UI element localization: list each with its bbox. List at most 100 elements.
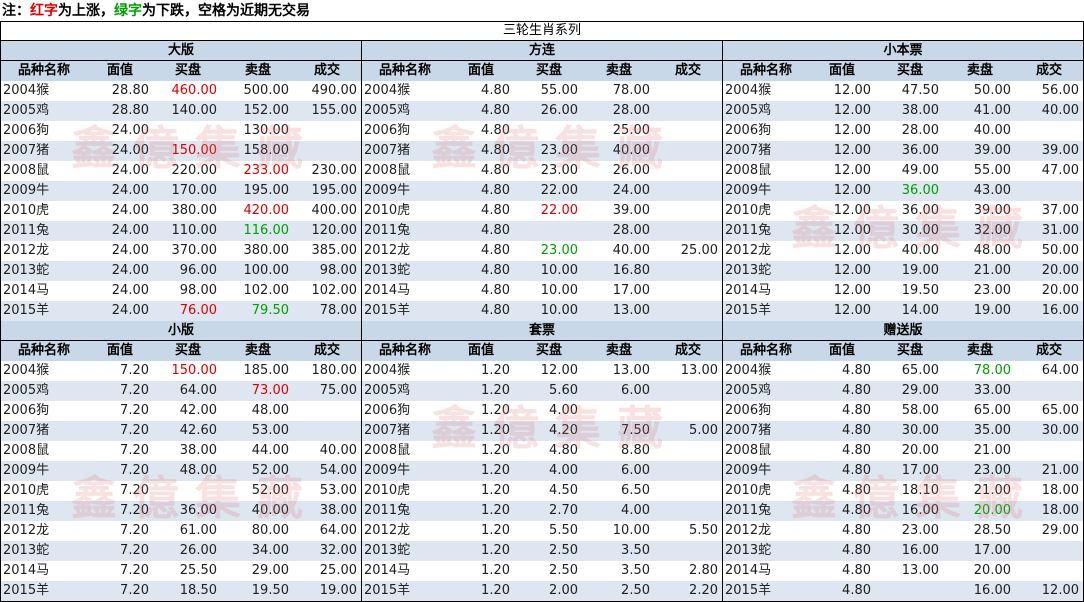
table-row: 2005鸡 4.80 29.00 33.00 <box>723 381 1083 401</box>
column-header-ask: 卖盘 <box>605 63 632 78</box>
cell-bid: 30.00 <box>901 223 939 238</box>
cell-deal <box>1015 541 1083 561</box>
cell-name: 2007猪 <box>364 143 411 158</box>
column-header-deal: 成交 <box>313 343 340 358</box>
cell-deal: 64.00 <box>1041 363 1079 378</box>
cell-bid <box>153 481 223 501</box>
table-row: 2012龙 7.20 61.00 80.00 64.00 <box>1 521 361 541</box>
table-row: 2005鸡 1.20 5.60 6.00 <box>362 381 722 401</box>
cell-face-value: 28.80 <box>111 103 149 118</box>
cell-name: 2015羊 <box>3 583 50 598</box>
cell-deal: 20.00 <box>1041 263 1079 278</box>
column-header-row: 品种名称 面值 买盘 卖盘 成交 <box>362 341 722 361</box>
cell-deal <box>1015 561 1083 581</box>
column-header-face-value: 面值 <box>106 343 133 358</box>
cell-name: 2013蛇 <box>3 543 50 558</box>
cell-bid <box>875 581 945 601</box>
column-header-row: 品种名称 面值 买盘 卖盘 成交 <box>1 61 361 81</box>
cell-face-value: 24.00 <box>111 283 149 298</box>
cell-name: 2012龙 <box>3 523 50 538</box>
cell-name: 2009牛 <box>364 183 411 198</box>
cell-deal: 98.00 <box>319 263 357 278</box>
table-row: 2009牛 4.80 17.00 23.00 21.00 <box>723 461 1083 481</box>
cell-ask: 21.00 <box>973 263 1011 278</box>
cell-deal <box>293 141 361 161</box>
cell-ask: 78.00 <box>612 83 650 98</box>
cell-name: 2005鸡 <box>725 103 772 118</box>
cell-bid: 38.00 <box>179 443 217 458</box>
table-row: 2009牛 4.80 22.00 24.00 <box>362 181 722 201</box>
section-zeng-song-ban: 赠送版 品种名称 面值 买盘 卖盘 成交 2004猴 4.80 65.00 78.00 64.00 2… <box>723 321 1083 601</box>
note-red-rest: 为上涨， <box>58 3 114 19</box>
cell-bid: 460.00 <box>171 83 218 98</box>
cell-deal: 32.00 <box>319 543 357 558</box>
cell-face-value: 12.00 <box>833 263 871 278</box>
cell-deal <box>1015 441 1083 461</box>
cell-ask: 44.00 <box>251 443 289 458</box>
table-row: 2015羊 1.20 2.00 2.50 2.20 <box>362 581 722 601</box>
cell-face-value: 7.20 <box>120 363 149 378</box>
cell-ask: 6.50 <box>621 483 650 498</box>
cell-face-value: 4.80 <box>481 243 510 258</box>
cell-ask: 78.00 <box>973 363 1011 378</box>
column-header-bid: 买盘 <box>174 343 201 358</box>
cell-bid: 110.00 <box>171 223 218 238</box>
table-row: 2012龙 12.00 40.00 48.00 50.00 <box>723 241 1083 261</box>
table-row: 2005鸡 7.20 64.00 73.00 75.00 <box>1 381 361 401</box>
cell-deal: 40.00 <box>1041 103 1079 118</box>
table-row: 2009牛 24.00 170.00 195.00 195.00 <box>1 181 361 201</box>
cell-face-value: 12.00 <box>833 283 871 298</box>
cell-deal: 54.00 <box>319 463 357 478</box>
table-row: 2012龙 1.20 5.50 10.00 5.50 <box>362 521 722 541</box>
column-header-face-value: 面值 <box>828 63 855 78</box>
table-row: 2009牛 12.00 36.00 43.00 <box>723 181 1083 201</box>
cell-ask: 158.00 <box>243 143 290 158</box>
cell-bid: 25.50 <box>179 563 217 578</box>
cell-deal <box>654 81 722 101</box>
table-body: 2004猴 7.20 150.00 185.00 180.00 2005鸡 7.20 64.0… <box>1 361 361 601</box>
table-title: 三轮生肖系列 <box>1 22 1083 41</box>
cell-name: 2010虎 <box>725 203 772 218</box>
cell-face-value: 7.20 <box>120 483 149 498</box>
cell-name: 2009牛 <box>3 463 50 478</box>
table-row: 2009牛 7.20 48.00 52.00 54.00 <box>1 461 361 481</box>
cell-face-value: 1.20 <box>481 463 510 478</box>
cell-face-value: 12.00 <box>833 183 871 198</box>
cell-name: 2011兔 <box>364 223 411 238</box>
cell-bid: 36.00 <box>901 183 939 198</box>
column-header-deal: 成交 <box>1035 63 1062 78</box>
cell-ask: 3.50 <box>621 563 650 578</box>
cell-face-value: 4.80 <box>842 543 871 558</box>
column-header-deal: 成交 <box>674 343 701 358</box>
cell-ask: 3.50 <box>621 543 650 558</box>
cell-bid: 30.00 <box>901 423 939 438</box>
cell-ask: 10.00 <box>612 523 650 538</box>
note-red-word: 红字 <box>30 3 58 19</box>
cell-deal <box>654 481 722 501</box>
cell-face-value: 1.20 <box>481 543 510 558</box>
cell-ask: 35.00 <box>973 423 1011 438</box>
cell-name: 2008鼠 <box>364 443 411 458</box>
cell-ask: 8.80 <box>621 443 650 458</box>
cell-deal: 18.00 <box>1041 503 1079 518</box>
cell-deal: 25.00 <box>319 563 357 578</box>
cell-name: 2008鼠 <box>3 443 50 458</box>
cell-name: 2011兔 <box>364 503 411 518</box>
table-row: 2007猪 4.80 23.00 40.00 <box>362 141 722 161</box>
cell-ask: 29.00 <box>251 563 289 578</box>
cell-name: 2006狗 <box>3 403 50 418</box>
cell-face-value: 7.20 <box>120 443 149 458</box>
cell-deal <box>1015 381 1083 401</box>
cell-ask: 28.50 <box>973 523 1011 538</box>
cell-ask: 116.00 <box>243 223 290 238</box>
cell-name: 2005鸡 <box>364 383 411 398</box>
cell-deal <box>654 261 722 281</box>
cell-deal: 18.00 <box>1041 483 1079 498</box>
cell-face-value: 12.00 <box>833 223 871 238</box>
cell-deal: 5.50 <box>689 523 718 538</box>
cell-ask: 52.00 <box>251 483 289 498</box>
cell-ask: 39.00 <box>612 203 650 218</box>
cell-bid: 17.00 <box>901 463 939 478</box>
cell-ask: 4.00 <box>621 503 650 518</box>
cell-face-value: 12.00 <box>833 243 871 258</box>
